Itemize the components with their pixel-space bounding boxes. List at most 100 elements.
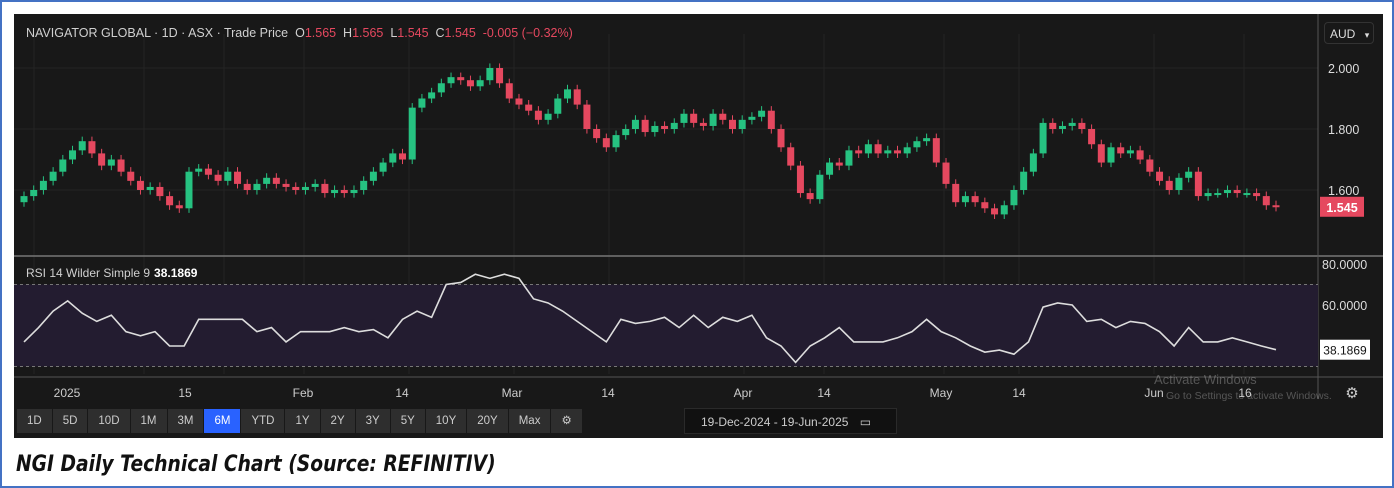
candle-body — [1117, 147, 1125, 154]
candle-body — [661, 125, 669, 129]
calendar-icon: ▭ — [859, 415, 872, 429]
range-button-ytd[interactable]: YTD — [241, 409, 285, 433]
time-axis-label: Feb — [293, 386, 314, 400]
candle-body — [1068, 122, 1076, 126]
high-value: 1.565 — [352, 26, 384, 40]
candle-body — [777, 129, 785, 148]
range-button-10d[interactable]: 10D — [88, 409, 130, 433]
settings-gear-icon[interactable]: ⚙ — [551, 409, 582, 433]
rsi-tick-label: 60.0000 — [1322, 299, 1367, 313]
candle-body — [1097, 144, 1105, 163]
range-button-max[interactable]: Max — [508, 409, 551, 433]
candle-body — [719, 113, 727, 120]
candle-body — [845, 150, 853, 166]
time-axis-label: Jun — [1144, 386, 1163, 400]
figure-caption: NGI Daily Technical Chart (Source: REFIN… — [16, 452, 496, 477]
candle-body — [612, 135, 620, 148]
open-value: 1.565 — [304, 26, 337, 40]
candle-body — [418, 98, 426, 108]
range-button-1m[interactable]: 1M — [130, 409, 167, 433]
candle-body — [796, 165, 804, 194]
candle-body — [981, 202, 989, 209]
candle-body — [1165, 180, 1173, 190]
range-button-3m[interactable]: 3M — [167, 409, 204, 433]
candle-body — [806, 193, 814, 200]
candle-body — [263, 177, 271, 184]
currency-value: AUD — [1330, 27, 1356, 41]
range-button-2y[interactable]: 2Y — [320, 409, 355, 433]
candle-body — [234, 171, 242, 184]
rsi-current: 38.1869 — [154, 266, 198, 280]
candle-body — [787, 147, 795, 166]
candle-body — [311, 183, 319, 187]
candle-body — [893, 150, 901, 154]
candle-body — [583, 104, 591, 129]
candle-body — [331, 190, 339, 194]
candle-body — [1039, 122, 1047, 154]
time-axis-label: Mar — [502, 386, 523, 400]
range-button-5y[interactable]: 5Y — [390, 409, 425, 433]
candle-body — [1088, 129, 1096, 145]
candle-body — [971, 196, 979, 203]
range-button-10y[interactable]: 10Y — [425, 409, 467, 433]
range-button-20y[interactable]: 20Y — [467, 409, 508, 433]
candle-body — [437, 83, 445, 93]
candle-body — [98, 153, 106, 166]
date-range-picker[interactable]: 19-Dec-2024 - 19-Jun-2025 ▭ — [684, 408, 897, 434]
candle-body — [243, 183, 251, 190]
candle-body — [564, 89, 572, 99]
candle-body — [913, 141, 921, 148]
candle-body — [991, 208, 999, 215]
rsi-title: RSI 14 Wilder Simple 9 — [26, 266, 151, 280]
rsi-tick-label: 80.0000 — [1322, 258, 1367, 272]
candle-body — [816, 174, 824, 200]
candle-body — [1126, 150, 1134, 154]
candle-body — [30, 190, 38, 197]
candle-body — [573, 89, 581, 105]
candle-body — [466, 80, 474, 87]
candle-body — [690, 113, 698, 123]
range-button-6m[interactable]: 6M — [204, 409, 241, 433]
candle-body — [195, 168, 203, 172]
candle-body — [486, 68, 494, 81]
candle-body — [961, 196, 969, 203]
candle-body — [593, 129, 601, 139]
candle-body — [340, 190, 348, 194]
candle-body — [631, 119, 639, 129]
candle-body — [204, 168, 212, 175]
price-tick-label: 2.000 — [1328, 62, 1359, 76]
currency-select[interactable]: AUD ▾ — [1324, 22, 1374, 44]
candle-body — [185, 171, 193, 209]
candle-body — [39, 180, 47, 190]
candle-body — [389, 153, 397, 163]
candle-body — [1272, 205, 1280, 208]
price-tick-label: 1.800 — [1328, 123, 1359, 137]
candle-body — [1262, 196, 1270, 206]
range-button-1y[interactable]: 1Y — [285, 409, 320, 433]
candle-body — [738, 119, 746, 129]
candle-body — [399, 153, 407, 160]
candle-body — [1058, 125, 1066, 129]
candle-body — [136, 180, 144, 190]
settings-icon: ⚙ — [1345, 385, 1358, 402]
candle-body — [146, 186, 154, 190]
candle-body — [107, 159, 115, 166]
candle-body — [369, 171, 377, 181]
candle-body — [78, 141, 86, 151]
candle-body — [117, 159, 125, 172]
change-value: -0.005 (−0.32%) — [482, 26, 573, 40]
close-value: 1.545 — [444, 26, 476, 40]
candle-body — [224, 171, 232, 181]
candle-body — [641, 119, 649, 133]
range-button-1d[interactable]: 1D — [17, 409, 52, 433]
range-button-5d[interactable]: 5D — [52, 409, 88, 433]
candle-body — [1020, 171, 1028, 190]
candle-body — [1010, 190, 1018, 206]
time-axis-label: 14 — [1012, 386, 1026, 400]
candle-body — [923, 138, 931, 142]
candle-body — [457, 77, 465, 81]
candle-body — [282, 183, 290, 187]
candle-body — [272, 177, 280, 184]
candle-body — [1107, 147, 1115, 163]
range-button-3y[interactable]: 3Y — [355, 409, 390, 433]
